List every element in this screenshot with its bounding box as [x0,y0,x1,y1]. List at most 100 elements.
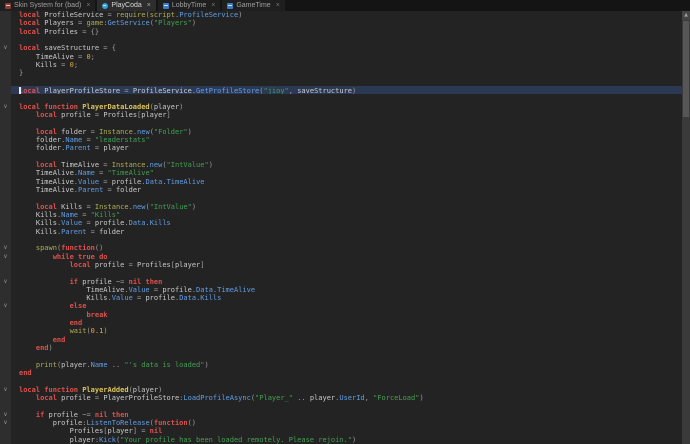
fold-chevron-icon[interactable]: ∨ [0,44,11,53]
tab-close-icon[interactable]: × [86,2,90,9]
code-line[interactable]: local Kills = Instance.new("IntValue") [0,202,690,211]
code-line[interactable]: ∨ if profile ~= nil then [0,410,690,420]
code-line-text[interactable]: break [11,311,690,319]
tab-close-icon[interactable]: × [147,2,151,9]
code-line-text[interactable]: local profile = PlayerProfileStore:LoadP… [11,394,690,402]
code-line[interactable]: end) [0,344,690,353]
code-line[interactable] [0,194,690,203]
code-line[interactable]: local Players = game:GetService("Players… [0,19,690,28]
code-line-text[interactable]: local profile = Profiles[player] [11,261,690,269]
code-line-text[interactable]: Kills.Name = "Kills" [11,211,690,219]
code-line-text[interactable]: local function PlayerDataLoaded(player) [11,103,690,111]
fold-chevron-icon[interactable]: ∨ [0,277,11,286]
code-line-text[interactable]: if profile ~= nil then [11,278,690,286]
tab-gametime[interactable]: GameTime × [222,0,285,11]
code-line[interactable] [0,269,690,278]
code-editor[interactable]: local ProfileService = require(script.Pr… [0,11,690,444]
code-line-text[interactable]: end [11,369,690,377]
code-line-text[interactable] [11,236,690,244]
code-line-text[interactable]: else [11,302,690,310]
code-line[interactable]: Kills = 0; [0,60,690,70]
code-line-text[interactable] [11,94,690,102]
code-line-text[interactable] [11,194,690,202]
code-line-text[interactable]: local Players = game:GetService("Players… [11,19,690,27]
code-line[interactable]: ∨ local function PlayerAdded(player) [0,385,690,395]
code-line[interactable]: local folder = Instance.new("Folder") [0,127,690,136]
code-line[interactable]: end [0,319,690,328]
fold-chevron-icon[interactable]: ∨ [0,244,11,253]
code-line-text[interactable]: local TimeAlive = Instance.new("IntValue… [11,161,690,169]
code-line-text[interactable]: local function PlayerAdded(player) [11,386,690,394]
code-line[interactable]: break [0,310,690,320]
scrollbar-thumb[interactable] [683,21,689,117]
code-line[interactable]: ∨ while true do [0,252,690,261]
code-line[interactable]: TimeAlive = 0; [0,52,690,61]
code-line-text[interactable] [11,377,690,385]
code-line[interactable] [0,352,690,361]
code-line[interactable]: TimeAlive.Value = profile.Data.TimeAlive [0,285,690,295]
code-line-text[interactable] [11,153,690,161]
tab-playcoda[interactable]: PlayCoda × [97,0,156,11]
code-line[interactable]: Kills.Name = "Kills" [0,210,690,220]
code-line[interactable] [0,77,690,86]
code-line[interactable]: local profile = Profiles[player] [0,110,690,120]
code-line-text[interactable] [11,36,690,44]
code-line-text[interactable]: local ProfileService = require(script.Pr… [11,11,690,19]
code-line-text[interactable]: Kills.Parent = folder [11,228,690,236]
code-line[interactable]: wait(0.1) [0,327,690,336]
code-line[interactable]: folder.Name = "leaderstats" [0,135,690,145]
fold-chevron-icon[interactable]: ∨ [0,252,11,261]
scroll-up-icon[interactable]: ▲ [682,11,690,20]
code-line[interactable] [0,152,690,161]
fold-chevron-icon[interactable]: ∨ [0,410,11,420]
code-line[interactable] [0,235,690,245]
code-line[interactable] [0,119,690,128]
code-line[interactable]: ∨ profile:ListenToRelease(function() [0,419,690,428]
code-line[interactable]: ∨ if profile ~= nil then [0,277,690,286]
code-line-text[interactable]: local Kills = Instance.new("IntValue") [11,203,690,211]
code-line-text[interactable]: folder.Parent = player [11,144,690,152]
code-line-text[interactable]: local profile = Profiles[player] [11,111,690,119]
code-line-text[interactable]: Profiles[player] = nil [11,427,690,435]
code-line-text[interactable]: TimeAlive = 0; [11,53,690,61]
code-line[interactable]: Kills.Parent = folder [0,227,690,236]
code-line-text[interactable]: TimeAlive.Parent = folder [11,186,690,194]
vertical-scrollbar[interactable]: ▲ [682,11,690,444]
code-line[interactable]: local PlayerProfileStore = ProfileServic… [0,85,690,95]
code-line-text[interactable]: player:Kick("Your profile has been loade… [11,436,690,444]
code-line[interactable]: TimeAlive.Name = "TimeAlive" [0,169,690,178]
code-line[interactable] [0,35,690,45]
code-line[interactable]: end [0,369,690,378]
tab-lobbytime[interactable]: LobbyTime × [157,0,221,11]
fold-chevron-icon[interactable]: ∨ [0,102,11,111]
code-line[interactable]: local ProfileService = require(script.Pr… [0,11,690,20]
tab-close-icon[interactable]: × [211,2,215,9]
code-line-text[interactable]: profile:ListenToRelease(function() [11,419,690,427]
code-line[interactable]: local profile = PlayerProfileStore:LoadP… [0,394,690,403]
code-line-text[interactable]: print(player.Name .. "'s data is loaded"… [11,361,690,369]
code-line-text[interactable]: end) [11,344,690,352]
code-line[interactable]: } [0,69,690,78]
code-line[interactable] [0,402,690,411]
code-line-text[interactable]: TimeAlive.Value = profile.Data.TimeAlive [11,286,690,294]
code-line[interactable]: Kills.Value = profile.Data.Kills [0,294,690,303]
code-line[interactable]: print(player.Name .. "'s data is loaded"… [0,360,690,370]
code-line-text[interactable]: local folder = Instance.new("Folder") [11,128,690,136]
code-line[interactable]: TimeAlive.Parent = folder [0,185,690,195]
code-line-text[interactable]: spawn(function() [11,244,690,252]
fold-chevron-icon[interactable]: ∨ [0,302,11,311]
code-line-text[interactable]: TimeAlive.Name = "TimeAlive" [11,169,690,177]
code-line[interactable]: Kills.Value = profile.Data.Kills [0,219,690,228]
tab-skin-system-for-bad[interactable]: Skin System for (bad) × [0,0,96,11]
code-line-text[interactable] [11,402,690,410]
code-line-text[interactable]: local saveStructure = { [11,44,690,52]
fold-chevron-icon[interactable]: ∨ [0,419,11,428]
code-line-text[interactable]: folder.Name = "leaderstats" [11,136,690,144]
code-line[interactable]: Profiles[player] = nil [0,427,690,436]
code-line-text[interactable]: if profile ~= nil then [11,411,690,419]
code-line[interactable]: local TimeAlive = Instance.new("IntValue… [0,160,690,170]
code-line[interactable]: TimeAlive.Value = profile.Data.TimeAlive [0,177,690,186]
code-line[interactable]: ∨ spawn(function() [0,244,690,253]
code-line[interactable]: ∨ local saveStructure = { [0,44,690,53]
code-line[interactable] [0,94,690,103]
